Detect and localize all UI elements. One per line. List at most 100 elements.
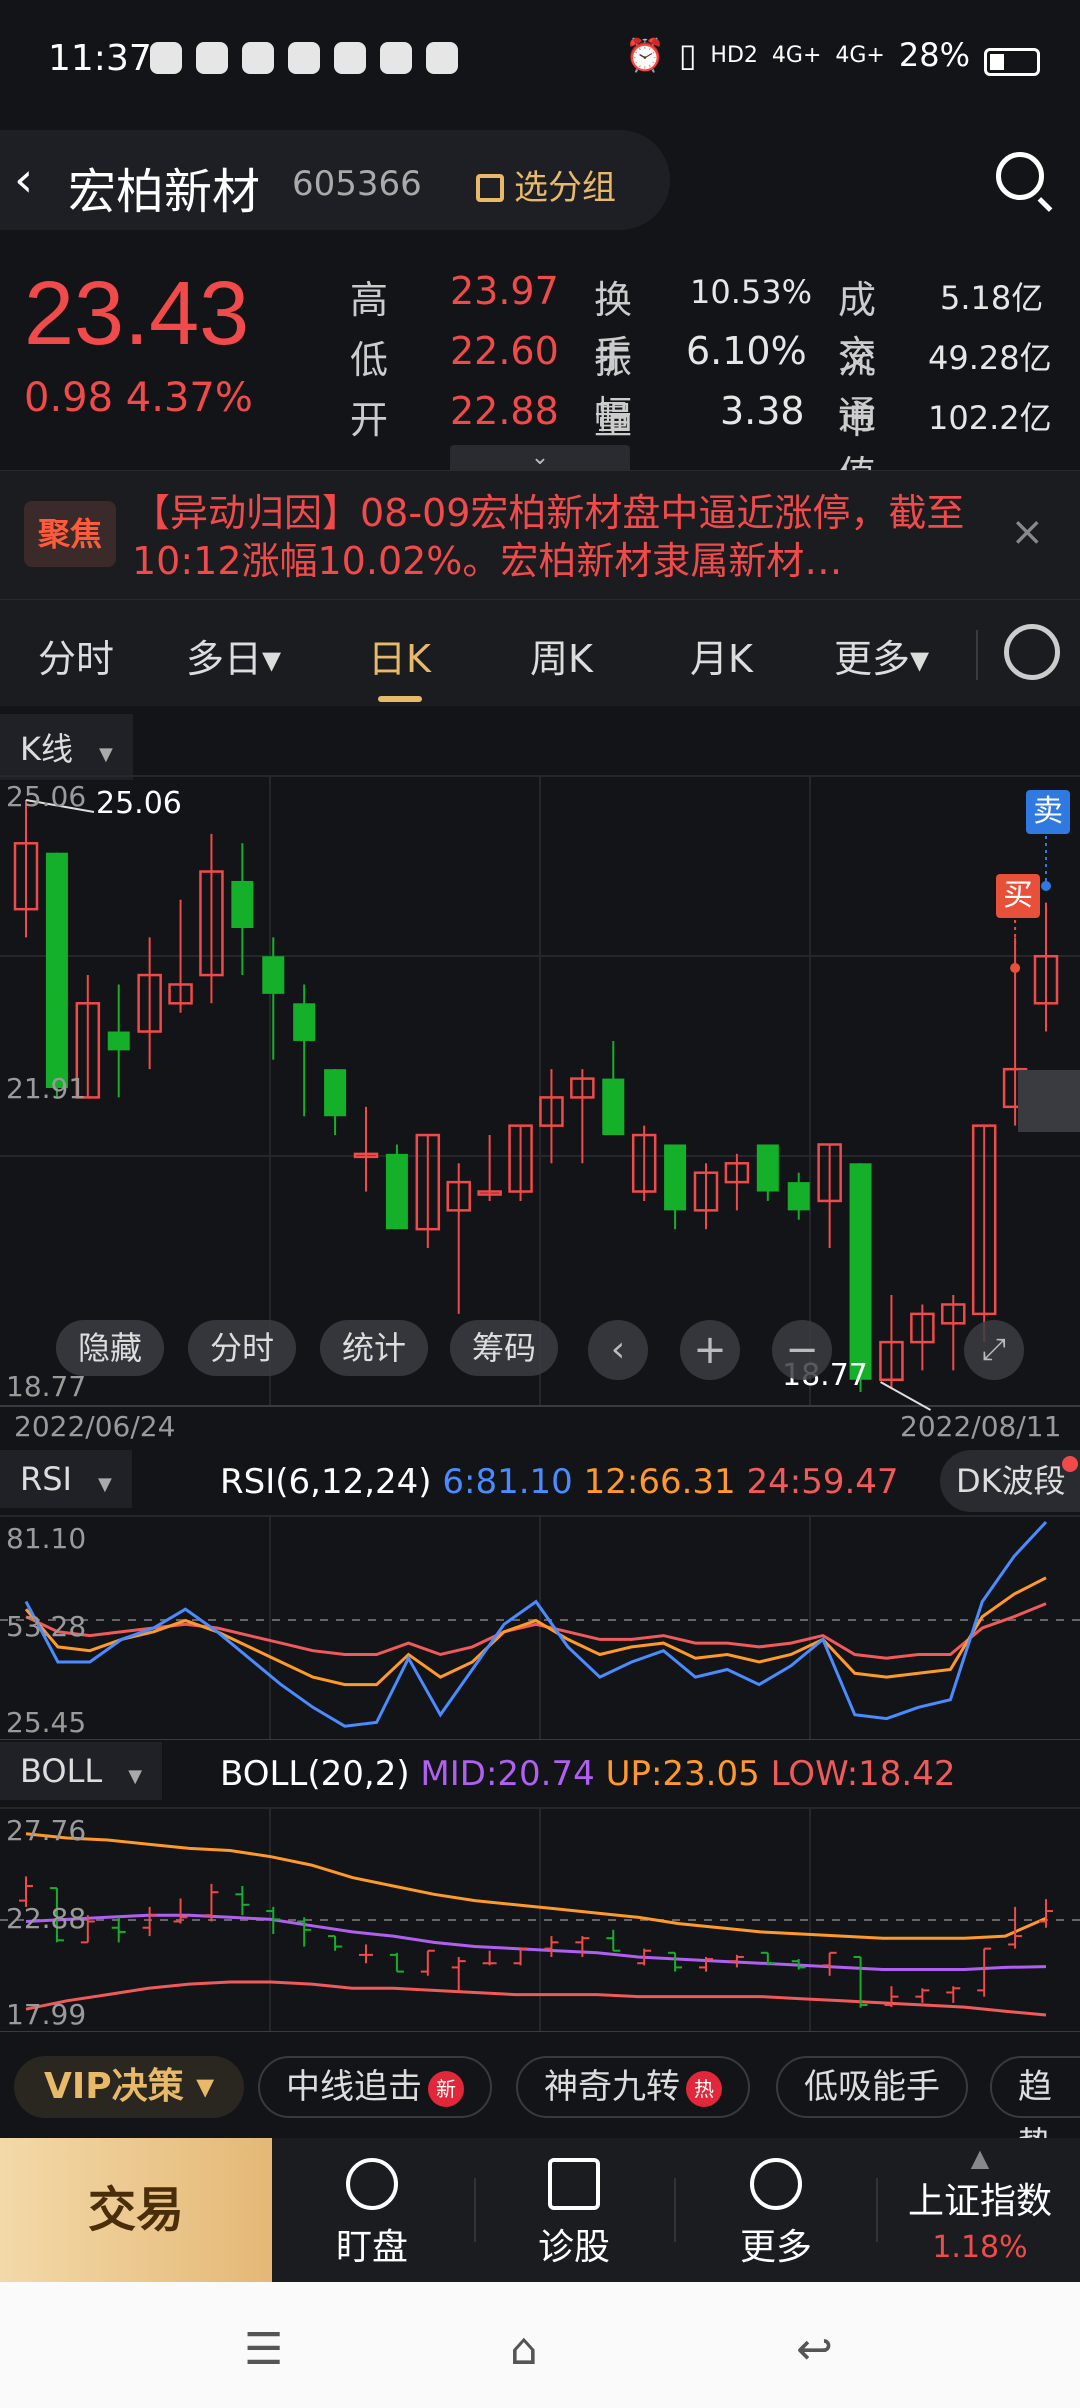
quote-panel: 23.43 0.98 4.37% 高 23.97 换手 10.53% 成交 5.… xyxy=(0,255,1080,497)
strategy-chip[interactable]: 中线追击新 xyxy=(258,2056,492,2118)
app-notification-icon xyxy=(334,42,366,74)
axis-max-label: 25.06 xyxy=(6,780,87,813)
strategy-chip[interactable]: 趋势 xyxy=(990,2056,1080,2165)
buy-signal[interactable]: 买 xyxy=(996,874,1040,918)
checkbox-icon xyxy=(476,174,504,202)
home-icon[interactable]: ⌂ xyxy=(510,2324,538,2375)
watch-nav[interactable]: 盯盘 xyxy=(272,2138,472,2282)
menu-icon[interactable]: ☰ xyxy=(244,2324,283,2375)
buy-dot xyxy=(1010,963,1021,973)
bottom-nav: 交易 盯盘 诊股 更多 ▲ 上证指数 1.18% xyxy=(0,2138,1080,2282)
candle-body xyxy=(231,880,254,928)
trade-button[interactable]: 交易 xyxy=(0,2138,272,2282)
battery-icon xyxy=(984,48,1040,76)
boll-axis-bot: 17.99 xyxy=(6,1998,87,2031)
tab-intraday[interactable]: 分时 xyxy=(38,628,114,683)
notification-icons xyxy=(150,42,458,74)
signal-icon: 4G+ xyxy=(771,42,822,68)
focus-badge: 聚焦 xyxy=(24,501,116,567)
select-group-button[interactable]: 选分组 xyxy=(476,160,616,209)
index-change: 1.18% xyxy=(932,2230,1028,2265)
crosshair-icon xyxy=(346,2158,398,2210)
rsi12-line xyxy=(24,1576,1047,1687)
intraday-button[interactable]: 分时 xyxy=(188,1320,296,1376)
status-time: 11:37 xyxy=(48,38,152,79)
status-bar: 11:37 ⏰ ▯ HD2 4G+ 4G+ 28% xyxy=(0,0,1080,120)
diagnose-nav[interactable]: 诊股 xyxy=(474,2138,674,2282)
period-tabs: 分时 多日▾ 日K 周K 月K 更多▾ xyxy=(0,600,1080,706)
pulse-chart-icon xyxy=(548,2158,600,2210)
boll-low-line xyxy=(25,1980,1047,2017)
more-nav[interactable]: 更多 xyxy=(676,2138,876,2282)
volume-ratio-value: 3.38 xyxy=(720,389,805,433)
new-badge: 新 xyxy=(428,2070,464,2107)
low-label: 低 xyxy=(350,338,389,382)
quote-row: 高 23.97 换手 10.53% 成交 5.18亿 xyxy=(350,269,1043,377)
zoom-in-button[interactable]: + xyxy=(680,1320,740,1380)
boll-up-line xyxy=(25,1832,1047,1940)
vibrate-icon: ▯ xyxy=(678,36,697,74)
scroll-left-button[interactable]: ‹ xyxy=(588,1320,648,1380)
quote-row: 低 22.60 振幅 6.10% 流通 49.28亿 xyxy=(350,329,1052,437)
quote-row: 开 22.88 量比 3.38 市值 102.2亿 xyxy=(350,389,1052,497)
vip-decision-button[interactable]: VIP决策 ▾ xyxy=(14,2056,245,2118)
sell-signal[interactable]: 卖 xyxy=(1026,790,1070,834)
high-label: 高 xyxy=(350,278,389,322)
chart-side-handle[interactable] xyxy=(1018,1070,1080,1132)
news-banner[interactable]: 聚焦 【异动归因】08-09宏柏新材盘中逼近涨停，截至10:12涨幅10.02%… xyxy=(0,470,1080,600)
hide-button[interactable]: 隐藏 xyxy=(56,1320,164,1376)
app-notification-icon xyxy=(196,42,228,74)
change-value: 0.98 xyxy=(24,375,114,421)
tab-daily-k[interactable]: 日K xyxy=(368,628,431,702)
fullscreen-icon[interactable]: ⤢ xyxy=(964,1320,1024,1380)
turnover-value: 10.53% xyxy=(690,273,813,311)
app-notification-icon xyxy=(426,42,458,74)
chip-label: 中线追击 xyxy=(286,2067,422,2107)
chips-button[interactable]: 筹码 xyxy=(450,1320,558,1376)
watch-label: 盯盘 xyxy=(335,2227,408,2268)
system-nav-bar: ☰ ⌂ ↩ xyxy=(0,2282,1080,2408)
end-date: 2022/08/11 xyxy=(900,1410,1062,1443)
boll-plot xyxy=(0,1807,1080,2032)
rsi-panel[interactable]: RSI ▼ RSI(6,12,24) 6:81.10 12:66.31 24:59… xyxy=(0,1450,1080,1740)
gear-icon[interactable] xyxy=(1004,624,1060,680)
candle-body xyxy=(787,1182,810,1211)
news-text[interactable]: 【异动归因】08-09宏柏新材盘中逼近涨停，截至10:12涨幅10.02%。宏柏… xyxy=(132,489,992,585)
search-icon[interactable] xyxy=(996,152,1044,200)
boll-axis-mid: 22.88 xyxy=(6,1902,87,1935)
app-notification-icon xyxy=(150,42,182,74)
select-group-label: 选分组 xyxy=(514,168,616,208)
strategy-chip[interactable]: 低吸能手 xyxy=(776,2056,968,2118)
back-button[interactable]: ‹ xyxy=(14,152,33,208)
candle-body xyxy=(45,852,68,1088)
app-notification-icon xyxy=(242,42,274,74)
chip-label: 神奇九转 xyxy=(544,2067,680,2107)
open-value: 22.88 xyxy=(450,389,559,433)
candle-body xyxy=(107,1031,130,1051)
expand-quote-button[interactable]: ⌄ xyxy=(450,445,630,470)
rsi-axis-top: 81.10 xyxy=(6,1522,87,1555)
tab-weekly-k[interactable]: 周K xyxy=(530,628,593,683)
more-dots-icon xyxy=(750,2158,802,2210)
index-ticker[interactable]: ▲ 上证指数 1.18% xyxy=(880,2138,1080,2282)
tab-monthly-k[interactable]: 月K xyxy=(690,628,753,683)
high-value: 23.97 xyxy=(450,269,559,313)
price-change: 0.98 4.37% xyxy=(24,375,253,421)
chip-label: 低吸能手 xyxy=(804,2067,940,2107)
tab-multiday[interactable]: 多日▾ xyxy=(186,628,281,683)
start-date: 2022/06/24 xyxy=(14,1410,176,1443)
app-notification-icon xyxy=(288,42,320,74)
zoom-out-button[interactable]: − xyxy=(772,1320,832,1380)
tab-more[interactable]: 更多▾ xyxy=(834,628,929,683)
stats-button[interactable]: 统计 xyxy=(320,1320,428,1376)
strategy-chip[interactable]: 神奇九转热 xyxy=(516,2056,750,2118)
back-icon[interactable]: ↩ xyxy=(796,2324,833,2375)
k-line-chart[interactable]: K线 ▼ 25.06 21.91 18.77 25.06 18.77 卖 买 隐藏… xyxy=(0,706,1080,1446)
active-tab-indicator xyxy=(378,696,422,702)
boll-panel[interactable]: BOLL ▼ BOLL(20,2) MID:20.74 UP:23.05 LOW:… xyxy=(0,1742,1080,2032)
more-label: 更多 xyxy=(739,2227,812,2268)
strategy-tools-bar: VIP决策 ▾ 中线追击新 神奇九转热 低吸能手 趋势 xyxy=(0,2050,1080,2165)
axis-mid-label: 21.91 xyxy=(6,1072,87,1105)
candle-body xyxy=(324,1069,347,1117)
close-icon[interactable]: × xyxy=(1010,509,1044,555)
